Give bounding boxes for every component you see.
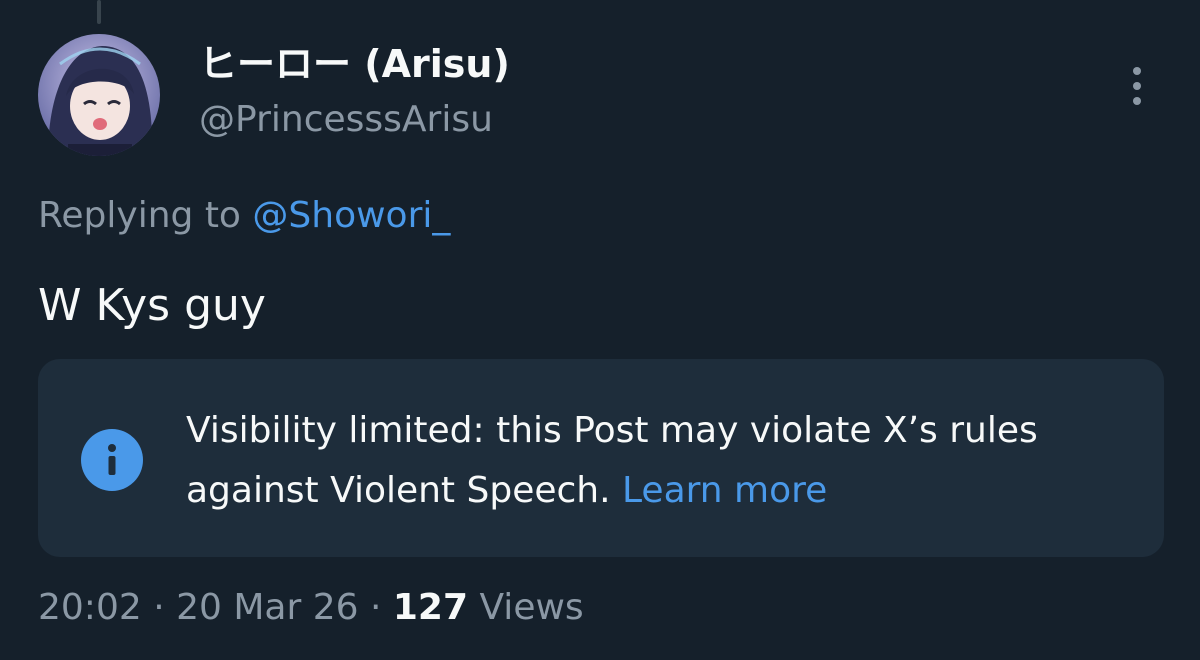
- replying-to-label: Replying to: [38, 195, 253, 236]
- more-vertical-icon-dot: [1133, 97, 1141, 105]
- post-time[interactable]: 20:02: [38, 587, 142, 628]
- notice-message: Visibility limited: this Post may violat…: [186, 410, 1038, 511]
- replying-to: Replying to @Showori_: [38, 194, 450, 237]
- author-handle[interactable]: @PrincesssArisu: [199, 98, 493, 141]
- visibility-notice: Visibility limited: this Post may violat…: [38, 359, 1164, 557]
- post-text: W Kys guy: [38, 280, 266, 331]
- meta-separator: ·: [358, 587, 393, 628]
- post-metadata: 20:02 · 20 Mar 26 · 127 Views: [38, 586, 584, 629]
- more-vertical-icon-dot: [1133, 82, 1141, 90]
- more-vertical-icon: [1133, 67, 1141, 75]
- info-icon: [81, 429, 143, 491]
- views-label: Views: [468, 587, 584, 628]
- learn-more-link[interactable]: Learn more: [622, 470, 827, 511]
- thread-connector-line: [97, 0, 101, 24]
- meta-separator: ·: [141, 587, 177, 628]
- author-display-name[interactable]: ヒーロー (Arisu): [199, 42, 510, 88]
- author-avatar[interactable]: [38, 34, 160, 156]
- post-date[interactable]: 20 Mar 26: [176, 587, 358, 628]
- avatar-image: [38, 34, 160, 156]
- views-count: 127: [392, 587, 469, 628]
- visibility-notice-text: Visibility limited: this Post may violat…: [186, 401, 1116, 521]
- reply-mention-link[interactable]: @Showori_: [252, 195, 450, 236]
- more-options-button[interactable]: [1118, 62, 1156, 110]
